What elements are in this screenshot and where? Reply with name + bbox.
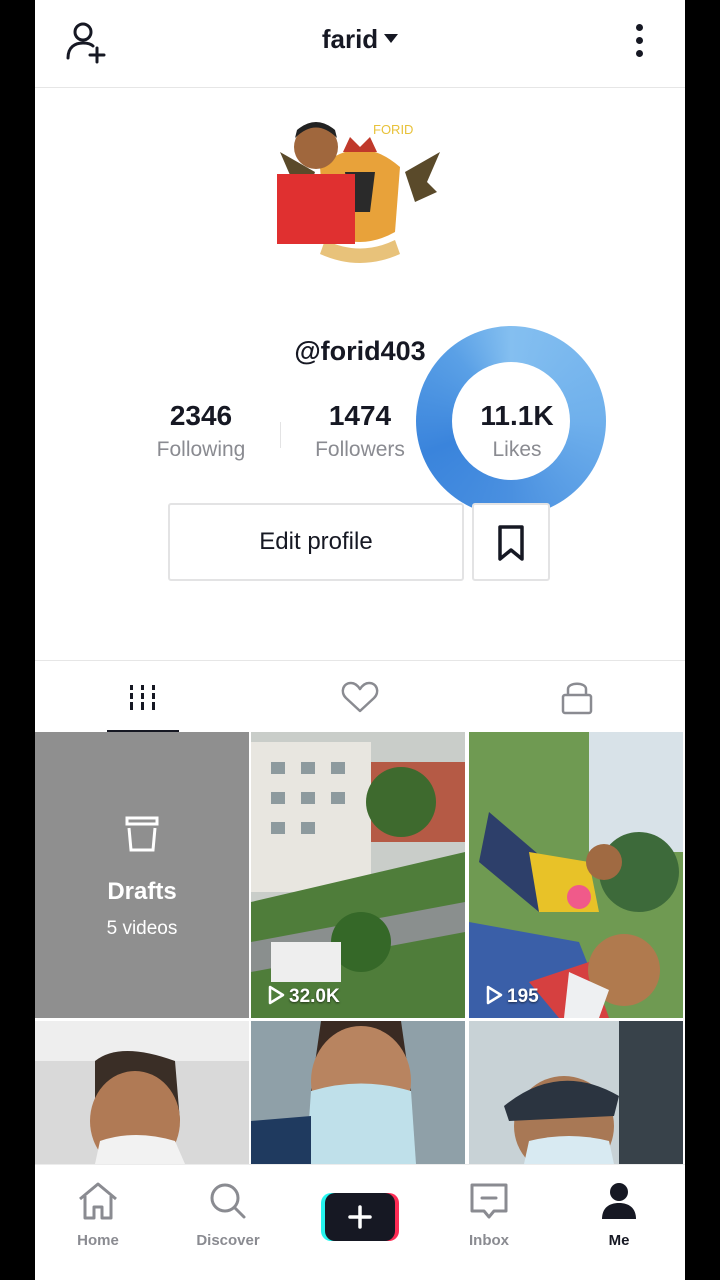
video-thumbnail[interactable]: 195 xyxy=(469,732,683,1018)
grid-icon xyxy=(130,685,155,710)
avatar[interactable]: FORID xyxy=(275,112,445,287)
drafts-count: 5 videos xyxy=(106,918,178,939)
edit-profile-button[interactable]: Edit profile xyxy=(168,503,464,581)
tab-videos[interactable] xyxy=(35,661,251,733)
top-bar: farid xyxy=(35,0,685,88)
video-thumbnail[interactable] xyxy=(35,1021,249,1164)
drafts-title: Drafts xyxy=(107,878,177,905)
video-preview xyxy=(469,1021,683,1164)
chevron-down-icon xyxy=(384,33,399,43)
video-preview xyxy=(251,1021,465,1164)
stat-followers[interactable]: 1474 Followers xyxy=(280,398,440,462)
nav-discover-label: Discover xyxy=(196,1232,260,1249)
play-icon xyxy=(486,985,503,1005)
drafts-tile[interactable]: Drafts 5 videos xyxy=(35,732,249,1018)
stat-likes[interactable]: 11.1K Likes xyxy=(437,398,597,462)
following-count: 2346 xyxy=(169,400,233,431)
following-label: Following xyxy=(156,438,246,461)
play-icon xyxy=(268,985,285,1005)
account-switcher[interactable]: farid xyxy=(35,24,685,55)
profile-tabs xyxy=(35,660,685,733)
video-thumbnail[interactable]: 32.0K xyxy=(251,732,465,1018)
view-count-value: 32.0K xyxy=(289,986,340,1007)
heart-icon xyxy=(341,681,379,713)
home-icon xyxy=(79,1182,117,1220)
video-thumbnail[interactable] xyxy=(251,1021,465,1164)
account-name: farid xyxy=(321,24,379,54)
plus-icon xyxy=(321,1193,399,1241)
drafts-icon xyxy=(125,816,159,852)
nav-inbox-label: Inbox xyxy=(469,1232,509,1249)
video-grid: Drafts 5 videos 32.0K 195 xyxy=(35,732,685,1164)
more-options-icon[interactable] xyxy=(623,20,655,64)
nav-home-label: Home xyxy=(77,1232,119,1249)
view-count: 32.0K xyxy=(265,984,340,1008)
svg-text:FORID: FORID xyxy=(373,122,413,137)
profile-handle: @forid403 xyxy=(294,336,426,366)
followers-label: Followers xyxy=(315,438,405,461)
video-preview xyxy=(35,1021,249,1164)
likes-count: 11.1K xyxy=(480,400,554,431)
create-button[interactable] xyxy=(321,1193,399,1241)
stat-following[interactable]: 2346 Following xyxy=(121,398,281,462)
video-preview xyxy=(469,732,683,1018)
lock-icon xyxy=(561,682,593,715)
favorites-button[interactable] xyxy=(472,503,550,581)
video-thumbnail[interactable] xyxy=(469,1021,683,1164)
bookmark-icon xyxy=(498,525,524,561)
bottom-nav: Home Discover Inbox Me xyxy=(35,1164,685,1280)
tab-liked[interactable] xyxy=(252,661,468,733)
nav-me[interactable]: Me xyxy=(569,1181,669,1249)
video-preview xyxy=(251,732,465,1018)
nav-discover[interactable]: Discover xyxy=(178,1181,278,1249)
nav-me-label: Me xyxy=(608,1232,630,1249)
search-icon xyxy=(210,1183,246,1219)
nav-home[interactable]: Home xyxy=(48,1181,148,1249)
likes-label: Likes xyxy=(492,438,542,461)
view-count-value: 195 xyxy=(507,986,539,1007)
inbox-icon xyxy=(470,1183,508,1219)
profile-screen: farid FORID @forid403 2346 Following 147… xyxy=(35,0,685,1280)
nav-inbox[interactable]: Inbox xyxy=(439,1181,539,1249)
tab-private[interactable] xyxy=(469,661,685,733)
profile-icon xyxy=(602,1183,636,1219)
followers-count: 1474 xyxy=(328,400,392,431)
view-count: 195 xyxy=(483,984,539,1008)
